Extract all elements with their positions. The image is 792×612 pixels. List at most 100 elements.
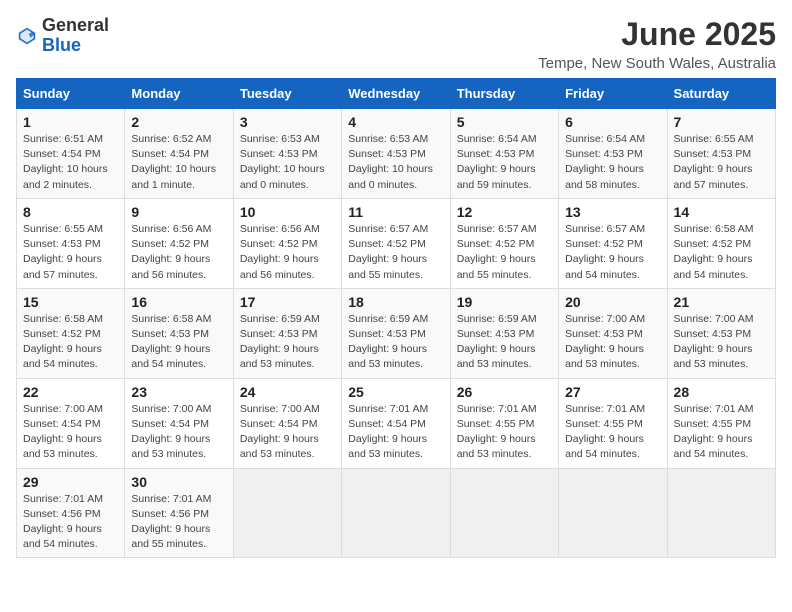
day-detail: Sunrise: 6:59 AM Sunset: 4:53 PM Dayligh… [457,312,552,373]
day-detail: Sunrise: 7:00 AM Sunset: 4:54 PM Dayligh… [131,402,226,463]
day-detail: Sunrise: 7:01 AM Sunset: 4:56 PM Dayligh… [23,492,118,553]
day-cell: 6Sunrise: 6:54 AM Sunset: 4:53 PM Daylig… [559,109,667,199]
day-number: 3 [240,114,335,130]
day-number: 15 [23,294,118,310]
day-detail: Sunrise: 7:00 AM Sunset: 4:53 PM Dayligh… [674,312,769,373]
day-cell: 21Sunrise: 7:00 AM Sunset: 4:53 PM Dayli… [667,288,775,378]
day-cell: 28 Sunrise: 7:01 AM Sunset: 4:55 PM Dayli… [667,378,775,468]
day-detail: Sunrise: 6:56 AM Sunset: 4:52 PM Dayligh… [131,222,226,283]
day-cell: 15 Sunrise: 6:58 AM Sunset: 4:52 PM Dayli… [17,288,125,378]
day-cell: 19 Sunrise: 6:59 AM Sunset: 4:53 PM Dayli… [450,288,558,378]
day-number: 8 [23,204,118,220]
day-detail: Sunrise: 6:51 AM Sunset: 4:54 PM Dayligh… [23,132,118,193]
day-cell: 16 Sunrise: 6:58 AM Sunset: 4:53 PM Dayli… [125,288,233,378]
day-number: 28 [674,384,769,400]
day-number: 9 [131,204,226,220]
day-cell: 17Sunrise: 6:59 AM Sunset: 4:53 PM Dayli… [233,288,341,378]
day-number: 29 [23,474,118,490]
logo-icon [16,25,38,47]
day-detail: Sunrise: 7:01 AM Sunset: 4:55 PM Dayligh… [674,402,769,463]
day-cell: 30 Sunrise: 7:01 AM Sunset: 4:56 PM Dayli… [125,468,233,558]
day-cell: 11 Sunrise: 6:57 AM Sunset: 4:52 PM Dayli… [342,198,450,288]
day-number: 30 [131,474,226,490]
day-cell: 14 Sunrise: 6:58 AM Sunset: 4:52 PM Dayli… [667,198,775,288]
day-number: 1 [23,114,118,130]
header-row: SundayMondayTuesdayWednesdayThursdayFrid… [17,79,776,109]
day-cell: 12 Sunrise: 6:57 AM Sunset: 4:52 PM Dayli… [450,198,558,288]
day-detail: Sunrise: 6:57 AM Sunset: 4:52 PM Dayligh… [457,222,552,283]
day-detail: Sunrise: 7:01 AM Sunset: 4:56 PM Dayligh… [131,492,226,553]
day-detail: Sunrise: 6:53 AM Sunset: 4:53 PM Dayligh… [240,132,335,193]
day-number: 4 [348,114,443,130]
day-detail: Sunrise: 6:55 AM Sunset: 4:53 PM Dayligh… [23,222,118,283]
day-cell [233,468,341,558]
day-cell: 24 Sunrise: 7:00 AM Sunset: 4:54 PM Dayli… [233,378,341,468]
week-row-5: 29 Sunrise: 7:01 AM Sunset: 4:56 PM Dayli… [17,468,776,558]
day-detail: Sunrise: 6:52 AM Sunset: 4:54 PM Dayligh… [131,132,226,193]
day-number: 20 [565,294,660,310]
day-number: 14 [674,204,769,220]
day-detail: Sunrise: 6:57 AM Sunset: 4:52 PM Dayligh… [565,222,660,283]
day-cell: 20 Sunrise: 7:00 AM Sunset: 4:53 PM Dayli… [559,288,667,378]
day-number: 22 [23,384,118,400]
day-number: 12 [457,204,552,220]
day-cell: 7 Sunrise: 6:55 AM Sunset: 4:53 PM Daylig… [667,109,775,199]
col-header-thursday: Thursday [450,79,558,109]
day-detail: Sunrise: 6:59 AM Sunset: 4:53 PM Dayligh… [348,312,443,373]
week-row-1: 1 Sunrise: 6:51 AM Sunset: 4:54 PM Daylig… [17,109,776,199]
day-number: 24 [240,384,335,400]
day-number: 2 [131,114,226,130]
day-number: 5 [457,114,552,130]
logo-general-text: General [42,15,109,35]
header: General Blue June 2025 Tempe, New South … [16,16,776,72]
day-detail: Sunrise: 7:01 AM Sunset: 4:54 PM Dayligh… [348,402,443,463]
day-number: 27 [565,384,660,400]
col-header-wednesday: Wednesday [342,79,450,109]
day-cell: 13Sunrise: 6:57 AM Sunset: 4:52 PM Dayli… [559,198,667,288]
day-detail: Sunrise: 6:57 AM Sunset: 4:52 PM Dayligh… [348,222,443,283]
day-number: 17 [240,294,335,310]
day-number: 25 [348,384,443,400]
day-cell [667,468,775,558]
day-detail: Sunrise: 7:00 AM Sunset: 4:54 PM Dayligh… [240,402,335,463]
day-cell: 23Sunrise: 7:00 AM Sunset: 4:54 PM Dayli… [125,378,233,468]
day-cell [450,468,558,558]
calendar-title: June 2025 [538,16,776,53]
day-cell: 25 Sunrise: 7:01 AM Sunset: 4:54 PM Dayli… [342,378,450,468]
day-cell: 26Sunrise: 7:01 AM Sunset: 4:55 PM Dayli… [450,378,558,468]
day-number: 18 [348,294,443,310]
day-detail: Sunrise: 6:58 AM Sunset: 4:53 PM Dayligh… [131,312,226,373]
calendar-subtitle: Tempe, New South Wales, Australia [538,55,776,72]
day-detail: Sunrise: 6:54 AM Sunset: 4:53 PM Dayligh… [565,132,660,193]
week-row-2: 8 Sunrise: 6:55 AM Sunset: 4:53 PM Daylig… [17,198,776,288]
day-number: 16 [131,294,226,310]
day-detail: Sunrise: 6:58 AM Sunset: 4:52 PM Dayligh… [674,222,769,283]
logo-blue-text: Blue [42,35,81,55]
col-header-monday: Monday [125,79,233,109]
day-cell: 5Sunrise: 6:54 AM Sunset: 4:53 PM Daylig… [450,109,558,199]
day-detail: Sunrise: 6:55 AM Sunset: 4:53 PM Dayligh… [674,132,769,193]
day-detail: Sunrise: 6:56 AM Sunset: 4:52 PM Dayligh… [240,222,335,283]
day-detail: Sunrise: 6:53 AM Sunset: 4:53 PM Dayligh… [348,132,443,193]
day-detail: Sunrise: 7:00 AM Sunset: 4:54 PM Dayligh… [23,402,118,463]
week-row-4: 22 Sunrise: 7:00 AM Sunset: 4:54 PM Dayli… [17,378,776,468]
day-number: 7 [674,114,769,130]
col-header-tuesday: Tuesday [233,79,341,109]
day-cell: 3 Sunrise: 6:53 AM Sunset: 4:53 PM Daylig… [233,109,341,199]
week-row-3: 15 Sunrise: 6:58 AM Sunset: 4:52 PM Dayli… [17,288,776,378]
day-cell: 9 Sunrise: 6:56 AM Sunset: 4:52 PM Daylig… [125,198,233,288]
day-detail: Sunrise: 7:01 AM Sunset: 4:55 PM Dayligh… [457,402,552,463]
day-cell: 1 Sunrise: 6:51 AM Sunset: 4:54 PM Daylig… [17,109,125,199]
day-number: 11 [348,204,443,220]
day-detail: Sunrise: 7:01 AM Sunset: 4:55 PM Dayligh… [565,402,660,463]
col-header-sunday: Sunday [17,79,125,109]
day-number: 10 [240,204,335,220]
day-number: 19 [457,294,552,310]
day-cell: 8 Sunrise: 6:55 AM Sunset: 4:53 PM Daylig… [17,198,125,288]
day-cell: 27 Sunrise: 7:01 AM Sunset: 4:55 PM Dayli… [559,378,667,468]
day-cell: 10 Sunrise: 6:56 AM Sunset: 4:52 PM Dayli… [233,198,341,288]
day-detail: Sunrise: 6:58 AM Sunset: 4:52 PM Dayligh… [23,312,118,373]
day-cell: 18 Sunrise: 6:59 AM Sunset: 4:53 PM Dayli… [342,288,450,378]
day-detail: Sunrise: 7:00 AM Sunset: 4:53 PM Dayligh… [565,312,660,373]
day-cell [342,468,450,558]
